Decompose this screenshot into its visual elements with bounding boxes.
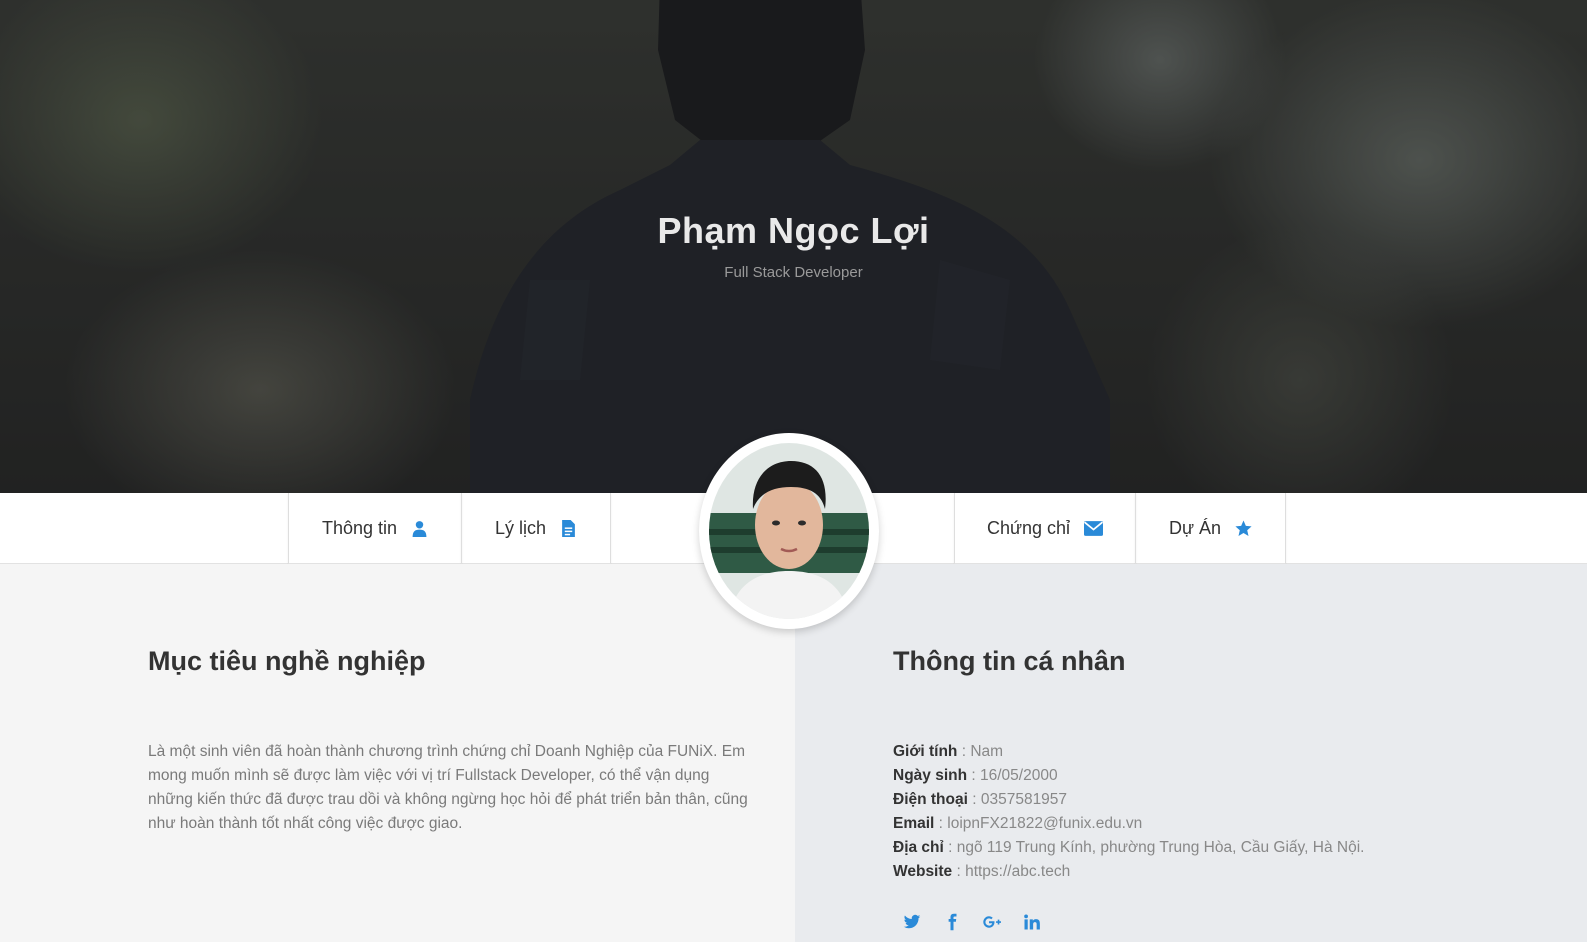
envelope-icon xyxy=(1084,521,1104,536)
avatar-photo xyxy=(709,443,869,619)
nav-item-du-an[interactable]: Dự Án xyxy=(1135,493,1286,564)
facebook-icon xyxy=(948,913,957,931)
document-icon xyxy=(562,520,575,537)
info-value: 16/05/2000 xyxy=(980,767,1058,784)
info-label: Email xyxy=(893,815,935,832)
info-label: Giới tính xyxy=(893,743,958,760)
profile-title: Full Stack Developer xyxy=(724,264,863,281)
info-value: ngõ 119 Trung Kính, phường Trung Hòa, Cầ… xyxy=(956,839,1365,856)
nav-item-label: Chứng chỉ xyxy=(986,518,1071,538)
social-links xyxy=(903,913,1041,931)
info-row-gender: Giới tính : Nam xyxy=(893,743,1004,760)
info-row-website: Website : https://abc.tech xyxy=(893,863,1071,880)
profile-name: Phạm Ngọc Lợi xyxy=(657,210,930,251)
nav-item-thong-tin[interactable]: Thông tin xyxy=(288,493,462,564)
info-label: Ngày sinh xyxy=(893,767,968,784)
google-plus-icon xyxy=(983,916,1001,928)
nav-item-chung-chi[interactable]: Chứng chỉ xyxy=(954,493,1136,564)
star-icon xyxy=(1235,520,1252,536)
facebook-link[interactable] xyxy=(943,913,961,931)
nav-item-label: Thông tin xyxy=(321,518,398,538)
avatar xyxy=(699,433,879,629)
google-plus-link[interactable] xyxy=(983,913,1001,931)
info-row-email: Email : loipnFX21822@funix.edu.vn xyxy=(893,815,1143,832)
linkedin-link[interactable] xyxy=(1023,913,1041,931)
personal-info-title: Thông tin cá nhân xyxy=(893,646,1126,676)
hero-banner: Phạm Ngọc Lợi Full Stack Developer xyxy=(0,0,1587,493)
info-row-phone: Điện thoại : 0357581957 xyxy=(893,791,1068,808)
info-label: Điện thoại xyxy=(893,791,968,808)
user-icon xyxy=(412,521,427,537)
info-value: loipnFX21822@funix.edu.vn xyxy=(947,815,1143,832)
info-value: https://abc.tech xyxy=(965,863,1071,880)
info-row-birthday: Ngày sinh : 16/05/2000 xyxy=(893,767,1058,784)
info-value: 0357581957 xyxy=(980,791,1068,808)
career-objective-title: Mục tiêu nghề nghiệp xyxy=(148,646,426,676)
info-value: Nam xyxy=(970,743,1004,760)
career-objective-text: Là một sinh viên đã hoàn thành chương tr… xyxy=(148,743,748,832)
info-label: Địa chỉ xyxy=(893,839,944,856)
twitter-link[interactable] xyxy=(903,913,921,931)
info-label: Website xyxy=(893,863,953,880)
info-row-address: Địa chỉ : ngõ 119 Trung Kính, phường Tru… xyxy=(893,839,1365,856)
linkedin-icon xyxy=(1024,914,1040,930)
nav-item-label: Lý lịch xyxy=(494,518,547,538)
personal-info-list: Giới tính : Nam Ngày sinh : 16/05/2000 Đ… xyxy=(893,740,1364,884)
nav-item-ly-lich[interactable]: Lý lịch xyxy=(461,493,611,564)
twitter-icon xyxy=(903,914,921,929)
nav-item-label: Dự Án xyxy=(1168,518,1222,538)
